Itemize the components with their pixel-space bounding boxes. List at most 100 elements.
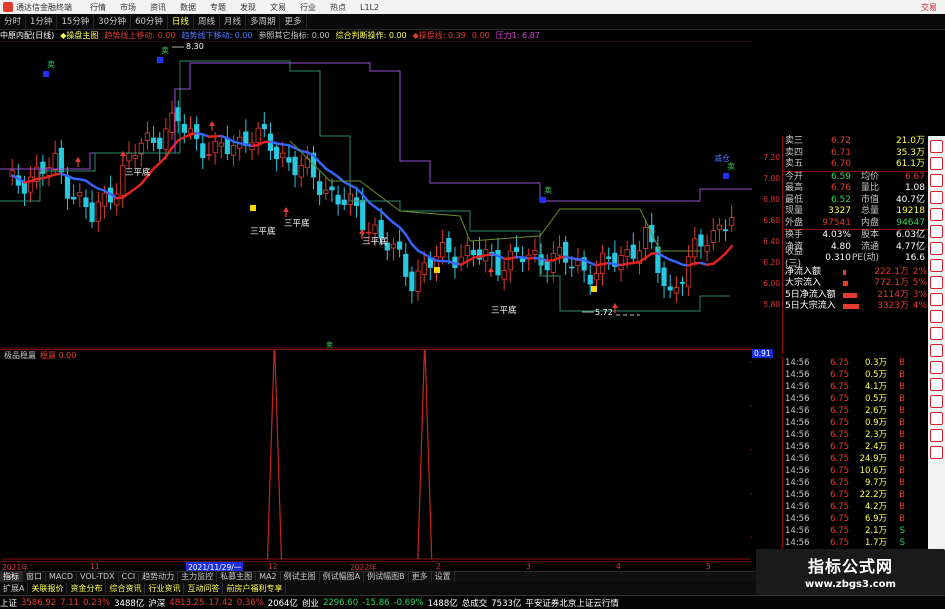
trade-button[interactable]: 交易 — [921, 2, 937, 13]
indicator-tab[interactable]: 例试幅图A — [320, 572, 365, 582]
side-tab-icon[interactable] — [930, 395, 943, 408]
candle-up — [280, 152, 286, 159]
menu-news[interactable]: 资讯 — [150, 2, 166, 13]
info-tab[interactable]: 行业资讯 — [145, 583, 185, 594]
period-60min[interactable]: 60分钟 — [131, 14, 168, 29]
indicator-tab[interactable]: MA2 — [256, 572, 281, 582]
info-tab[interactable]: 综合资讯 — [106, 583, 146, 594]
candle-up — [126, 153, 132, 162]
period-multi[interactable]: 多周期 — [246, 14, 281, 29]
tick-direction: B — [899, 430, 905, 440]
menu-market[interactable]: 市场 — [120, 2, 136, 13]
period-30min[interactable]: 30分钟 — [94, 14, 132, 29]
info-tab[interactable]: 前房户福利专享 — [223, 583, 287, 594]
menu-quotes[interactable]: 行情 — [90, 2, 106, 13]
side-tab-icon[interactable] — [930, 140, 943, 153]
fund-flow-bar — [843, 290, 863, 302]
price-tick-label: 7.20 — [763, 153, 780, 162]
stat-label: 均价 — [860, 171, 879, 182]
tick-volume: 9.7万 — [864, 478, 887, 488]
indicator-tab[interactable]: 例试幅图B — [364, 572, 409, 582]
side-tab-icon[interactable] — [930, 344, 943, 357]
indicator-tab[interactable]: CCI — [119, 572, 140, 582]
candlestick-chart[interactable]: 8.305.72卖卖卖卖减仓三平底三平底三平底三平底三平底卖 — [0, 41, 752, 349]
menu-data[interactable]: 数据 — [180, 2, 196, 13]
indicator-tab[interactable]: 窗口 — [23, 572, 46, 582]
tick-direction: B — [899, 454, 905, 464]
candle-up — [464, 245, 470, 256]
period-15min[interactable]: 15分钟 — [57, 14, 95, 29]
indicator-tab[interactable]: MACD — [46, 572, 77, 582]
side-tab-icon[interactable] — [930, 293, 943, 306]
indicator-tab[interactable]: 设置 — [432, 572, 455, 582]
period-weekly[interactable]: 周线 — [194, 14, 220, 29]
period-intraday[interactable]: 分时 — [0, 14, 27, 29]
side-tab-icon[interactable] — [930, 310, 943, 323]
side-tab-icon[interactable] — [930, 208, 943, 221]
info-tab[interactable]: 互动问答 — [184, 583, 224, 594]
period-monthly[interactable]: 月线 — [220, 14, 246, 29]
candle-down — [667, 286, 673, 291]
ask-label: 卖四 — [785, 147, 804, 158]
side-tab-icon[interactable] — [930, 327, 943, 340]
side-tab-icon[interactable] — [930, 378, 943, 391]
price-tick-label: 7.00 — [763, 174, 780, 183]
tick-volume: 10.6万 — [859, 466, 887, 476]
tick-time: 14:56 — [785, 442, 810, 452]
menu-wenyi[interactable]: 文易 — [270, 2, 286, 13]
indicator-tab[interactable]: 主力监控 — [178, 572, 218, 582]
indicator-value: 参照其它指标: 0.00 — [258, 31, 330, 40]
candle-up — [532, 249, 538, 255]
price-tick-label: 6.00 — [763, 279, 780, 288]
side-tab-icon[interactable] — [930, 157, 943, 170]
status-item: 上证 — [0, 598, 18, 609]
info-tab[interactable]: 资金分布 — [67, 583, 107, 594]
tick-row: 14:56 6.75 6.9万 B — [783, 513, 928, 525]
indicator-tab[interactable]: 趋势动力 — [139, 572, 179, 582]
candle-down — [273, 146, 280, 160]
period-daily[interactable]: 日线 — [168, 14, 194, 29]
info-tab[interactable]: 关联报价 — [28, 583, 68, 594]
signal-indicator-pane[interactable] — [0, 349, 752, 561]
tick-direction: B — [899, 442, 905, 452]
indicator-tab[interactable]: 更多 — [409, 572, 432, 582]
stat-value: 6.76 — [830, 183, 851, 193]
menu-l1l2[interactable]: L1L2 — [360, 3, 379, 12]
menu-topics[interactable]: 专题 — [210, 2, 226, 13]
side-tab-icon[interactable] — [930, 446, 943, 459]
period-more[interactable]: 更多 — [280, 14, 307, 29]
tick-list[interactable]: 14:56 6.75 0.3万 B 14:56 6.75 0.5万 B 14:56 6.75 4.1… — [782, 357, 928, 561]
market-status-bar: 上证 3586.92 7.11 0.23% 3488亿 沪深 4813.25 17.42 0.3… — [0, 595, 945, 609]
side-tab-icon[interactable] — [930, 191, 943, 204]
candle-down — [329, 186, 335, 191]
side-tab-icon[interactable] — [930, 242, 943, 255]
candle-up — [298, 165, 304, 178]
side-tab-icon[interactable] — [930, 412, 943, 425]
formula-name[interactable]: ◆操盘主图 — [60, 30, 98, 41]
side-tab-icon[interactable] — [930, 259, 943, 272]
tick-volume: 22.2万 — [859, 490, 887, 500]
indicator-tab[interactable]: 例试主图 — [281, 572, 320, 582]
menu-hotspot[interactable]: 热点 — [330, 2, 346, 13]
pattern-label: 三平底 — [284, 218, 310, 229]
candle-down — [698, 234, 704, 247]
trend-line-down — [398, 226, 407, 236]
status-item: 0.36% — [236, 597, 264, 608]
side-tab-icon[interactable] — [930, 174, 943, 187]
ask-volume: 35.3万 — [895, 147, 925, 158]
fund-flow-row: 净流入额 222.1万 2% — [783, 267, 928, 279]
side-tab-icon[interactable] — [930, 429, 943, 442]
indicator-tab[interactable]: 指标 — [0, 572, 23, 582]
indicator-tab[interactable]: VOL-TDX — [77, 572, 119, 582]
side-tab-icon[interactable] — [930, 361, 943, 374]
up-arrow-icon — [488, 267, 494, 272]
menu-industry[interactable]: 行业 — [300, 2, 316, 13]
candle-down — [495, 250, 501, 276]
side-tab-icon[interactable] — [930, 276, 943, 289]
menu-discover[interactable]: 发现 — [240, 2, 256, 13]
indicator-tab[interactable]: 私募主图 — [217, 572, 257, 582]
period-1min[interactable]: 1分钟 — [26, 14, 58, 29]
info-tab[interactable]: 扩展A — [0, 583, 29, 594]
stat-value: 6.67 — [904, 171, 925, 182]
side-tab-icon[interactable] — [930, 225, 943, 238]
